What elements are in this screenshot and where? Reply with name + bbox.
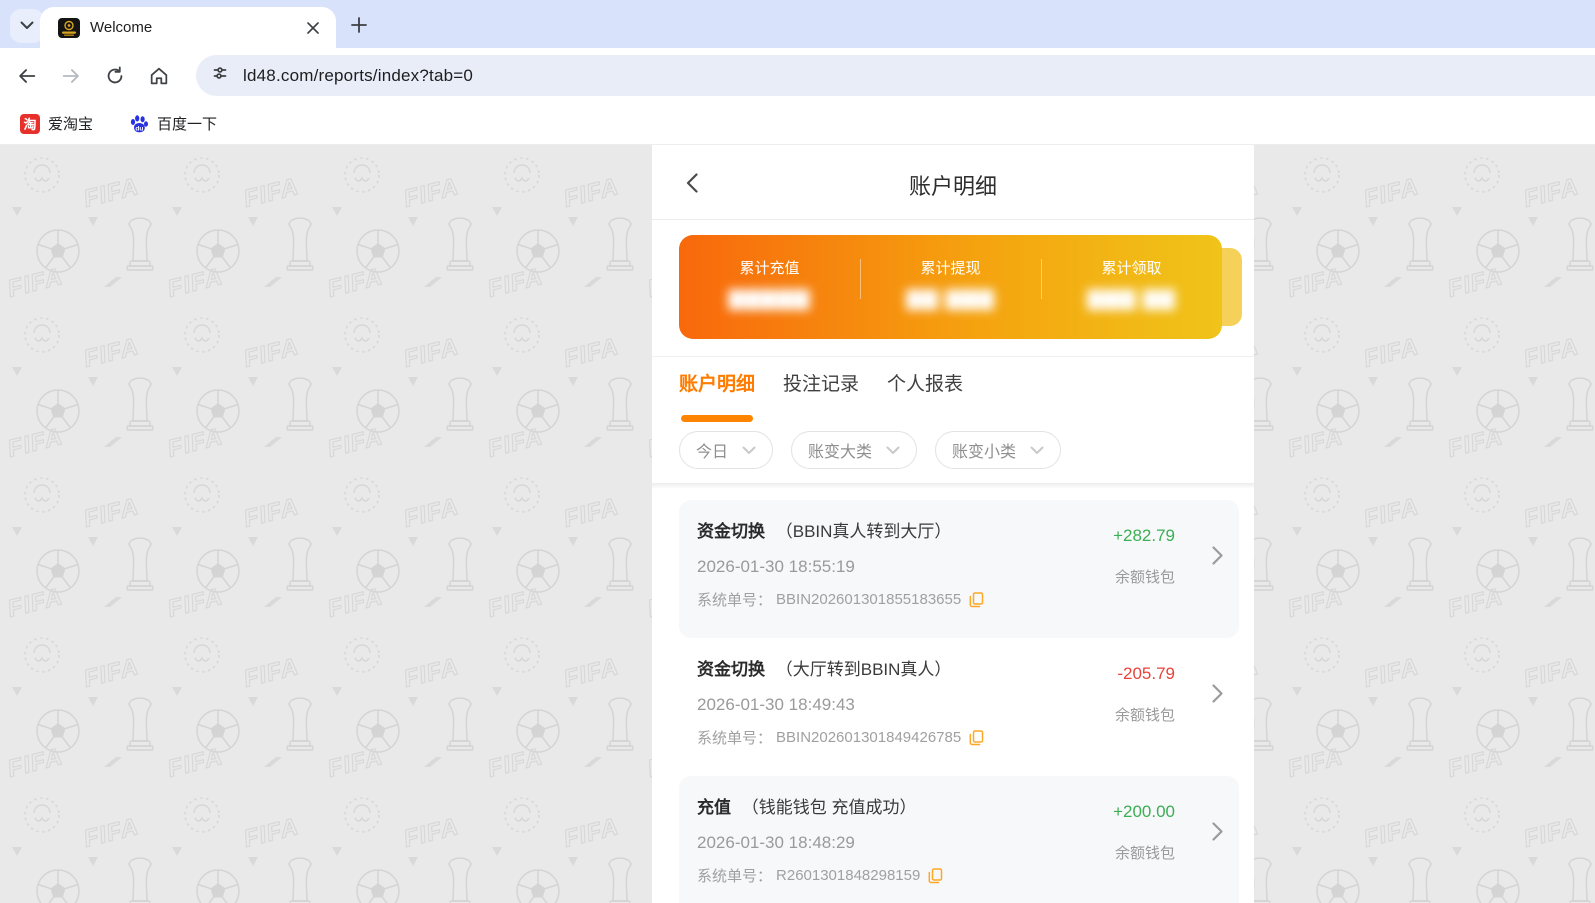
report-tabs: 账户明细 投注记录 个人报表 xyxy=(652,357,1254,422)
bookmarks-bar: 淘 爱淘宝 du 百度一下 xyxy=(0,103,1595,145)
tab-search-button[interactable] xyxy=(10,9,44,43)
chevron-down-icon xyxy=(886,446,900,455)
summary-total-deposit: 累计充值 ▇▇▇▇▇ xyxy=(679,235,860,339)
page-content: FIFA FIFA xyxy=(0,145,1595,903)
filter-minor-category-dropdown[interactable]: 账变小类 xyxy=(935,431,1061,469)
summary-label: 累计充值 xyxy=(679,257,860,278)
forward-arrow-icon xyxy=(60,65,82,87)
chevron-right-icon[interactable] xyxy=(1212,822,1223,846)
summary-masked-value: ▇▇ ▇▇▇ xyxy=(860,286,1041,311)
record-amount: -205.79 xyxy=(1115,664,1175,684)
reload-button[interactable] xyxy=(96,57,134,95)
baidu-icon: du xyxy=(129,114,149,134)
forward-button[interactable] xyxy=(52,57,90,95)
tab-close-icon[interactable] xyxy=(304,19,322,37)
browser-toolbar: ld48.com/reports/index?tab=0 xyxy=(0,48,1595,103)
summary-card[interactable]: 累计充值 ▇▇▇▇▇ 累计提现 ▇▇ ▇▇▇ 累计领取 ▇▇▇ ▇▇ xyxy=(679,235,1222,339)
taobao-icon: 淘 xyxy=(20,114,40,134)
site-settings-tune-icon[interactable] xyxy=(210,63,230,88)
account-detail-panel: 账户明细 累计充值 ▇▇▇▇▇ 累计提现 ▇▇ ▇▇▇ 累计领取 ▇▇▇ ▇▇ xyxy=(652,145,1254,903)
chevron-down-icon xyxy=(1030,446,1044,455)
chevron-down-icon xyxy=(742,446,756,455)
site-favicon-icon xyxy=(58,17,80,39)
summary-masked-value: ▇▇▇ ▇▇ xyxy=(1041,286,1222,311)
chevron-right-icon[interactable] xyxy=(1212,684,1223,708)
record-desc: （大厅转到BBIN真人） xyxy=(776,660,952,679)
tab-bet-records[interactable]: 投注记录 xyxy=(783,369,859,422)
filter-major-category-dropdown[interactable]: 账变大类 xyxy=(791,431,917,469)
bookmark-label: 爱淘宝 xyxy=(48,113,93,134)
url-bar[interactable]: ld48.com/reports/index?tab=0 xyxy=(196,55,1595,96)
order-label: 系统单号： xyxy=(697,589,772,610)
copy-icon[interactable] xyxy=(969,592,984,608)
order-number: BBIN202601301855183655 xyxy=(776,591,961,608)
page-title: 账户明细 xyxy=(652,169,1254,201)
record-row[interactable]: 资金切换 （BBIN真人转到大厅） 2026-01-30 18:55:19 系统… xyxy=(679,500,1239,638)
bookmark-taobao[interactable]: 淘 爱淘宝 xyxy=(12,109,101,138)
record-type: 充值 xyxy=(697,798,731,817)
summary-masked-value: ▇▇▇▇▇ xyxy=(679,286,860,311)
copy-icon[interactable] xyxy=(969,730,984,746)
record-type: 资金切换 xyxy=(697,660,765,679)
record-desc: （钱能钱包 充值成功） xyxy=(742,798,917,817)
svg-text:淘: 淘 xyxy=(23,117,36,132)
url-text[interactable]: ld48.com/reports/index?tab=0 xyxy=(243,66,473,86)
tab-account-detail[interactable]: 账户明细 xyxy=(679,369,755,422)
summary-label: 累计领取 xyxy=(1041,257,1222,278)
home-button[interactable] xyxy=(140,57,178,95)
svg-text:du: du xyxy=(135,125,143,132)
record-type: 资金切换 xyxy=(697,522,765,541)
bookmark-baidu[interactable]: du 百度一下 xyxy=(121,109,225,138)
filter-date-dropdown[interactable]: 今日 xyxy=(679,431,773,469)
panel-header: 账户明细 xyxy=(652,145,1254,220)
order-number: BBIN202601301849426785 xyxy=(776,729,961,746)
summary-label: 累计提现 xyxy=(860,257,1041,278)
record-row[interactable]: 资金切换 （大厅转到BBIN真人） 2026-01-30 18:49:43 系统… xyxy=(679,638,1239,776)
copy-icon[interactable] xyxy=(928,868,943,884)
record-wallet: 余额钱包 xyxy=(1113,566,1175,587)
record-row[interactable]: 充值 （钱能钱包 充值成功） 2026-01-30 18:48:29 系统单号：… xyxy=(679,776,1239,903)
order-number: R2601301848298159 xyxy=(776,867,920,884)
record-amount: +200.00 xyxy=(1113,802,1175,822)
summary-total-withdraw: 累计提现 ▇▇ ▇▇▇ xyxy=(860,235,1041,339)
filters: 今日 账变大类 账变小类 xyxy=(652,422,1254,469)
browser-tab[interactable]: Welcome xyxy=(40,7,336,48)
record-amount: +282.79 xyxy=(1113,526,1175,546)
plus-icon xyxy=(351,17,367,33)
order-label: 系统单号： xyxy=(697,727,772,748)
summary-total-claimed: 累计领取 ▇▇▇ ▇▇ xyxy=(1041,235,1222,339)
back-button[interactable] xyxy=(8,57,46,95)
summary-banner: 累计充值 ▇▇▇▇▇ 累计提现 ▇▇ ▇▇▇ 累计领取 ▇▇▇ ▇▇ xyxy=(679,235,1239,339)
active-tab-underline xyxy=(681,415,753,422)
back-arrow-icon xyxy=(16,65,38,87)
chevron-right-icon[interactable] xyxy=(1212,546,1223,570)
order-label: 系统单号： xyxy=(697,865,772,886)
tab-personal-report[interactable]: 个人报表 xyxy=(887,369,963,422)
reload-icon xyxy=(104,65,126,87)
record-desc: （BBIN真人转到大厅） xyxy=(776,522,952,541)
chevron-down-icon xyxy=(20,17,34,35)
record-wallet: 余额钱包 xyxy=(1113,842,1175,863)
home-icon xyxy=(148,65,170,87)
bookmark-label: 百度一下 xyxy=(157,113,217,134)
new-tab-button[interactable] xyxy=(345,11,373,39)
record-wallet: 余额钱包 xyxy=(1115,704,1175,725)
browser-tab-strip: Welcome xyxy=(0,0,1595,48)
tab-title: Welcome xyxy=(90,19,304,36)
record-list: 资金切换 （BBIN真人转到大厅） 2026-01-30 18:55:19 系统… xyxy=(652,489,1254,903)
